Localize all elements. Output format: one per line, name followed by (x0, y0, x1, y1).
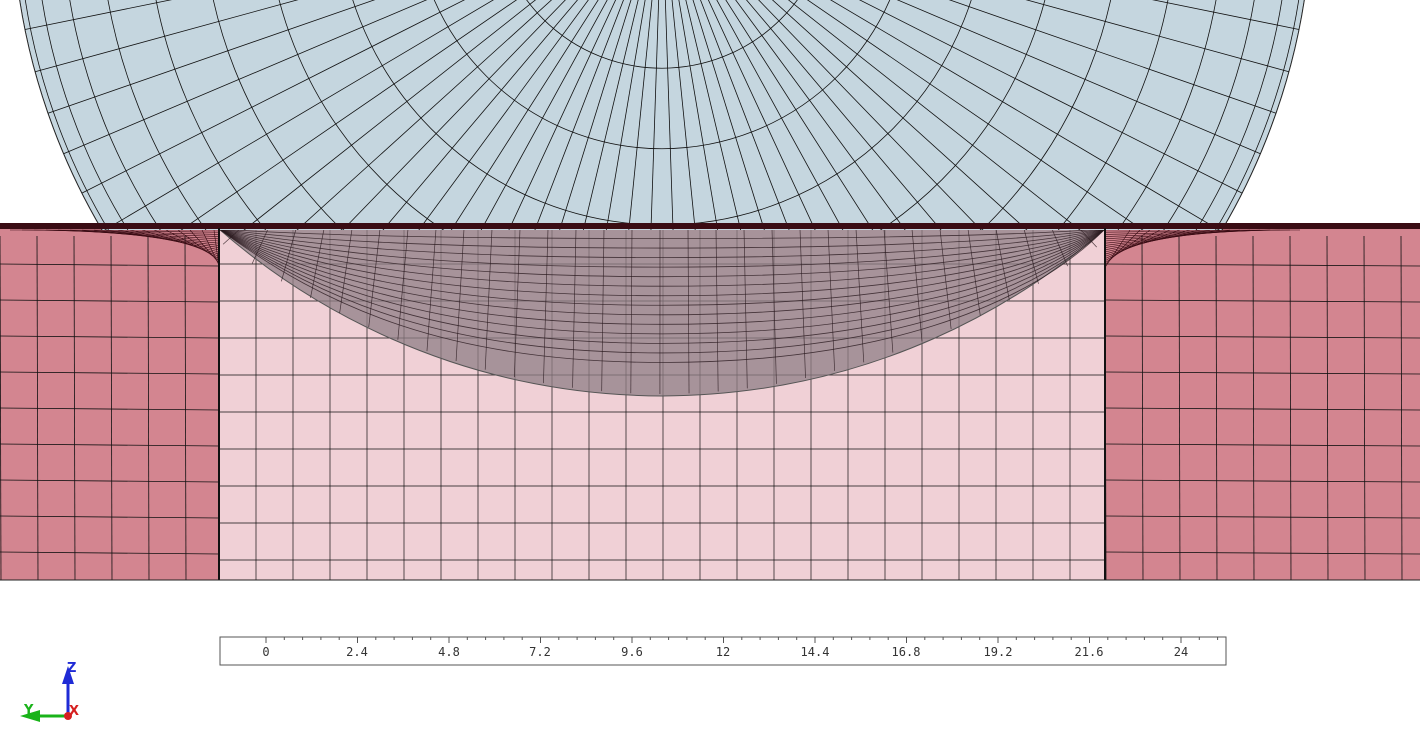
target-outer-left (0, 228, 219, 580)
scale-label: 14.4 (801, 645, 830, 659)
mesh-viewport[interactable]: 0 2.4 4.8 7.2 9.6 12 14.4 16.8 19.2 21.6… (0, 0, 1420, 752)
axis-label-x: X (69, 704, 79, 719)
scale-label: 21.6 (1075, 645, 1104, 659)
axis-label-z: Z (67, 661, 76, 676)
scale-label: 19.2 (984, 645, 1013, 659)
scale-label: 16.8 (892, 645, 921, 659)
scale-label: 4.8 (438, 645, 460, 659)
axis-triad[interactable]: Z Y X (20, 661, 79, 722)
scale-label: 9.6 (621, 645, 643, 659)
scale-label: 0 (262, 645, 269, 659)
axis-label-y: Y (23, 703, 34, 718)
scale-label: 12 (716, 645, 730, 659)
scale-label: 24 (1174, 645, 1188, 659)
scale-label: 7.2 (529, 645, 551, 659)
scale-label: 2.4 (346, 645, 368, 659)
plate-top-contact-line (0, 223, 1420, 229)
scale-bar: 0 2.4 4.8 7.2 9.6 12 14.4 16.8 19.2 21.6… (219, 636, 1227, 666)
target-outer-right (1105, 228, 1420, 580)
target-outer-right-fill (1105, 228, 1420, 580)
